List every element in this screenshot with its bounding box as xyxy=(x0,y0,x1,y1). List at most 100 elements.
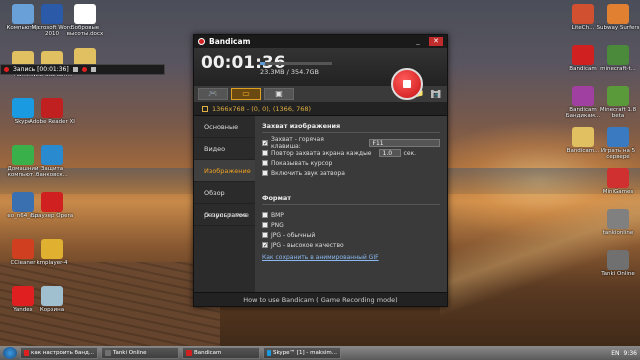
area-icon xyxy=(202,105,208,112)
option-value-field[interactable]: 1.0 xyxy=(378,149,401,157)
gif-help-link[interactable]: Как сохранить в анимированный GIF xyxy=(262,254,440,261)
pause-button[interactable]: ❚❚ xyxy=(429,89,442,101)
stop-record-button[interactable] xyxy=(391,68,423,100)
app-icon xyxy=(24,350,29,356)
taskbar-item-0[interactable]: как настроить банд... xyxy=(20,347,98,359)
desktop-icon-opera[interactable]: Браузер Opera xyxy=(29,192,75,219)
start-button[interactable] xyxy=(3,347,17,359)
checkbox[interactable] xyxy=(262,232,268,238)
sidebar-item-2[interactable]: Изображение xyxy=(194,160,255,182)
option-label: JPG - высокое качество xyxy=(271,241,344,249)
checkbox[interactable]: ✓ xyxy=(262,242,268,249)
sidebar-item-0[interactable]: Основные xyxy=(194,116,255,138)
task-label: Bandicam xyxy=(194,350,222,356)
screen-mode-button[interactable]: ▭ xyxy=(231,88,261,100)
camera-icon[interactable] xyxy=(90,67,96,72)
sidebar-item-4[interactable]: О программе xyxy=(194,204,255,226)
desktop-icon-minigames[interactable]: MiniGames xyxy=(595,168,640,195)
minimize-button[interactable]: _ xyxy=(411,37,425,46)
language-indicator[interactable]: EN xyxy=(611,350,619,357)
desktop-icon-minecraft[interactable]: Minecraft 1.8 beta xyxy=(595,86,640,119)
bandicam-window: Bandicam _ ✕ 00:01:36 23.3MB / 354.7GB ❚… xyxy=(193,34,448,307)
stop-icon[interactable] xyxy=(72,67,78,72)
option-label: Повтор захвата экрана каждые xyxy=(271,149,372,157)
settings-sidebar: Основные Видео Изображение Обзор результато… xyxy=(194,116,255,292)
option-value-field[interactable]: F11 xyxy=(368,139,440,147)
bandicam-icon xyxy=(572,45,594,65)
option-label: PNG xyxy=(271,221,284,229)
option-label: Включить звук затвора xyxy=(271,169,345,177)
opera-icon xyxy=(41,192,63,212)
checkbox[interactable] xyxy=(262,222,268,228)
file-size-label: 23.3MB / 354.7GB xyxy=(260,68,319,76)
clock[interactable]: 9:36 xyxy=(624,350,637,357)
task-label: Tanki Online xyxy=(113,350,147,356)
option-label: Захват - горячая клавиша: xyxy=(271,136,324,150)
taskbar-item-2[interactable]: Bandicam xyxy=(182,347,260,359)
checkbox[interactable] xyxy=(262,160,268,166)
desktop-icon-label: Adobe Reader XI xyxy=(29,119,75,125)
shield-icon xyxy=(41,145,63,165)
format-section-title: Формат xyxy=(262,194,440,205)
fmt-rows-item[interactable]: ✓ JPG - высокое качество xyxy=(262,240,440,250)
checkbox[interactable] xyxy=(262,150,268,156)
window-title: Bandicam xyxy=(209,37,251,46)
desktop-icon-label: Играть на 5 сервере xyxy=(600,148,636,160)
settings-content: Захват изображения ✓ Захват - горячая кла… xyxy=(255,116,447,292)
desktop-icon-doc[interactable]: Бобровые высоты.docx xyxy=(62,4,108,37)
kmplayer-icon xyxy=(41,239,63,259)
bandicam-logo-icon xyxy=(198,38,205,45)
desktop-icon-game[interactable]: Играть на 5 сервере xyxy=(595,127,640,160)
game-mode-button[interactable]: 🎮 xyxy=(198,88,228,100)
desktop-icon-kmplayer[interactable]: kmplayer-4 xyxy=(29,239,75,266)
taskbar-item-1[interactable]: Tanki Online xyxy=(101,347,179,359)
taskbar: как настроить банд... Tanki Online Bandica… xyxy=(0,346,640,360)
checkbox[interactable] xyxy=(262,212,268,218)
desktop-icon-label: Subway Surfers xyxy=(596,25,640,31)
option-suffix: сек. xyxy=(403,149,417,157)
record-icon[interactable] xyxy=(81,67,87,72)
help-footer[interactable]: How to use Bandicam ( Game Recording mod… xyxy=(194,292,447,306)
app-icon xyxy=(267,350,271,356)
desktop-icon-label: Бобровые высоты.docx xyxy=(66,25,104,37)
app-icon xyxy=(186,350,192,356)
desktop-icon-tanki[interactable]: Tanki Online xyxy=(595,250,640,277)
recycle-bin-icon xyxy=(41,286,63,306)
tanki-icon xyxy=(607,250,629,270)
sidebar-item-1[interactable]: Видео xyxy=(194,138,255,160)
desktop-icon-label: Tanki Online xyxy=(601,271,635,277)
rec-indicator-icon xyxy=(4,67,9,72)
cap-rows-item[interactable]: ✓ Захват - горячая клавиша: F11 xyxy=(262,136,440,150)
footer-text: How to use Bandicam ( Game Recording mod… xyxy=(243,296,398,304)
desktop-icon-label: Корзина xyxy=(39,307,65,313)
desktop-icon-minecraft[interactable]: minecraft-t... xyxy=(595,45,640,72)
task-label: Skype™ [1] - maksim... xyxy=(272,350,337,356)
capture-area-bar[interactable]: 1366x768 - (0, 0), (1366, 768) xyxy=(194,102,447,116)
sidebar-item-3[interactable]: Обзор результатов xyxy=(194,182,255,219)
desktop-icon-tanki[interactable]: tankionline xyxy=(595,209,640,236)
taskbar-item-3[interactable]: Skype™ [1] - maksim... xyxy=(263,347,341,359)
fmt-rows-item[interactable]: JPG - обычный xyxy=(262,230,440,240)
winrar-icon xyxy=(572,86,594,106)
checkbox[interactable]: ✓ xyxy=(262,140,268,147)
close-button[interactable]: ✕ xyxy=(429,37,443,46)
checkbox[interactable] xyxy=(262,170,268,176)
device-mode-button[interactable]: ▣ xyxy=(264,88,294,100)
app-icon xyxy=(105,350,111,356)
cap-rows-item[interactable]: Повтор захвата экрана каждые 1.0 сек. xyxy=(262,148,440,158)
minecraft-icon xyxy=(607,45,629,65)
desktop-icon-pdf[interactable]: Adobe Reader XI xyxy=(29,98,75,125)
capture-section-title: Захват изображения xyxy=(262,122,440,133)
recording-toolbar[interactable]: Запись [00:01:36] xyxy=(0,64,165,75)
fmt-rows-item[interactable]: BMP xyxy=(262,210,440,220)
cap-rows-item[interactable]: Показывать курсор xyxy=(262,158,440,168)
fmt-rows-item[interactable]: PNG xyxy=(262,220,440,230)
window-titlebar[interactable]: Bandicam _ ✕ xyxy=(194,35,447,48)
system-tray: EN 9:36 xyxy=(611,350,637,357)
option-label: JPG - обычный xyxy=(271,231,316,239)
desktop-icon-shield[interactable]: Защита банковск... xyxy=(29,145,75,178)
cap-rows-item[interactable]: Включить звук затвора xyxy=(262,168,440,178)
desktop-icon-recycle-bin[interactable]: Корзина xyxy=(29,286,75,313)
storage-progress xyxy=(260,62,332,65)
desktop-icon-game[interactable]: Subway Surfers xyxy=(595,4,640,31)
